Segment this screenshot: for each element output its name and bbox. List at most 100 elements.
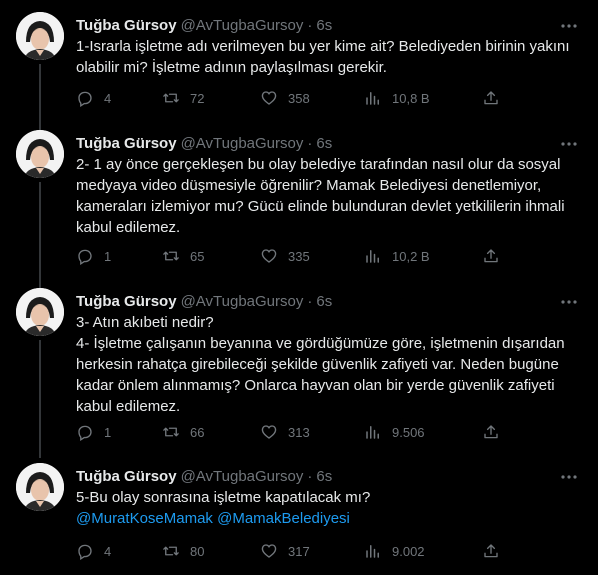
- share-button[interactable]: [482, 246, 500, 266]
- heart-icon: [261, 91, 277, 105]
- author-name[interactable]: Tuğba Gürsoy: [76, 135, 177, 152]
- tweet-header: Tuğba Gürsoy @AvTugbaGursoy · 6s: [76, 467, 582, 487]
- tweet-text-line: 4- İşletme çalışanın beyanına ve gördüğü…: [76, 335, 565, 415]
- avatar[interactable]: [16, 463, 64, 511]
- tweet-header: Tuğba Gürsoy @AvTugbaGursoy · 6s: [76, 134, 582, 154]
- reply-button[interactable]: 4: [76, 88, 111, 108]
- like-button[interactable]: 335: [260, 246, 310, 266]
- like-count: 313: [288, 424, 310, 440]
- reply-count: 4: [104, 543, 112, 559]
- tweet-text: 5-Bu olay sonrasına işletme kapatılacak …: [76, 487, 586, 529]
- views-button[interactable]: 9.002: [364, 541, 425, 561]
- retweet-button[interactable]: 65: [162, 246, 204, 266]
- thread-connector-line: [39, 340, 41, 458]
- views-count: 9.506: [392, 424, 425, 440]
- like-button[interactable]: 313: [260, 422, 310, 442]
- separator-dot: ·: [307, 293, 313, 310]
- more-options-icon[interactable]: [560, 135, 578, 153]
- heart-icon: [261, 544, 277, 558]
- reply-icon: [78, 249, 92, 265]
- analytics-icon: [366, 92, 379, 105]
- author-name[interactable]: Tuğba Gürsoy: [76, 468, 177, 485]
- retweet-button[interactable]: 66: [162, 422, 204, 442]
- tweet-text-line: 2- 1 ay önce gerçekleşen bu olay belediy…: [76, 156, 565, 236]
- more-options-icon[interactable]: [560, 293, 578, 311]
- tweet-4[interactable]: Tuğba Gürsoy @AvTugbaGursoy · 6s 5-Bu olay …: [0, 463, 598, 573]
- separator-dot: ·: [307, 17, 313, 34]
- tweet-thread: Tuğba Gürsoy @AvTugbaGursoy · 6s 1-Israrla …: [0, 0, 598, 575]
- reply-button[interactable]: 4: [76, 541, 111, 561]
- tweet-text-line: 1-Israrla işletme adı verilmeyen bu yer …: [76, 38, 570, 76]
- views-count: 10,8 B: [392, 90, 430, 106]
- tweet-actions: 1 66 313 9.506: [76, 422, 506, 442]
- heart-icon: [261, 425, 277, 439]
- timestamp[interactable]: 6s: [316, 135, 332, 152]
- tweet-text-line: 3- Atın akıbeti nedir?: [76, 314, 214, 331]
- views-button[interactable]: 9.506: [364, 422, 425, 442]
- tweet-text: 2- 1 ay önce gerçekleşen bu olay belediy…: [76, 154, 586, 238]
- tweet-header: Tuğba Gürsoy @AvTugbaGursoy · 6s: [76, 292, 582, 312]
- reply-count: 1: [104, 248, 112, 264]
- share-icon: [484, 249, 498, 263]
- share-button[interactable]: [482, 541, 500, 561]
- like-count: 335: [288, 248, 310, 264]
- author-name[interactable]: Tuğba Gürsoy: [76, 293, 177, 310]
- views-button[interactable]: 10,8 B: [364, 88, 430, 108]
- author-name[interactable]: Tuğba Gürsoy: [76, 17, 177, 34]
- thread-connector-line: [39, 182, 41, 288]
- author-handle[interactable]: @AvTugbaGursoy: [181, 135, 304, 152]
- like-button[interactable]: 317: [260, 541, 310, 561]
- mention-link[interactable]: @MamakBelediyesi: [217, 510, 350, 527]
- tweet-actions: 1 65 335 10,2 B: [76, 246, 506, 266]
- tweet-1[interactable]: Tuğba Gürsoy @AvTugbaGursoy · 6s 1-Israrla …: [0, 12, 598, 142]
- avatar[interactable]: [16, 12, 64, 60]
- tweet-3[interactable]: Tuğba Gürsoy @AvTugbaGursoy · 6s 3- Atın ak…: [0, 288, 598, 460]
- retweet-icon: [163, 251, 179, 261]
- like-button[interactable]: 358: [260, 88, 310, 108]
- reply-count: 4: [104, 90, 112, 106]
- analytics-icon: [366, 250, 379, 263]
- retweet-button[interactable]: 80: [162, 541, 204, 561]
- tweet-2[interactable]: Tuğba Gürsoy @AvTugbaGursoy · 6s 2- 1 ay ön…: [0, 130, 598, 290]
- analytics-icon: [366, 426, 379, 439]
- timestamp[interactable]: 6s: [316, 17, 332, 34]
- retweet-icon: [163, 546, 179, 556]
- reply-button[interactable]: 1: [76, 422, 111, 442]
- timestamp[interactable]: 6s: [316, 293, 332, 310]
- more-options-icon[interactable]: [560, 468, 578, 486]
- reply-button[interactable]: 1: [76, 246, 111, 266]
- reply-count: 1: [104, 424, 112, 440]
- mention-link[interactable]: @MuratKoseMamak: [76, 510, 213, 527]
- author-handle[interactable]: @AvTugbaGursoy: [181, 468, 304, 485]
- tweet-text: 3- Atın akıbeti nedir? 4- İşletme çalışa…: [76, 312, 586, 417]
- retweet-count: 66: [190, 424, 205, 440]
- views-count: 10,2 B: [392, 248, 430, 264]
- share-icon: [484, 425, 498, 439]
- separator-dot: ·: [307, 135, 313, 152]
- avatar[interactable]: [16, 130, 64, 178]
- avatar[interactable]: [16, 288, 64, 336]
- more-options-icon[interactable]: [560, 17, 578, 35]
- tweet-text-line: 5-Bu olay sonrasına işletme kapatılacak …: [76, 489, 371, 506]
- views-count: 9.002: [392, 543, 425, 559]
- separator-dot: ·: [307, 468, 313, 485]
- retweet-count: 80: [190, 543, 205, 559]
- like-count: 317: [288, 543, 310, 559]
- share-button[interactable]: [482, 88, 500, 108]
- reply-icon: [78, 425, 92, 441]
- share-button[interactable]: [482, 422, 500, 442]
- timestamp[interactable]: 6s: [316, 468, 332, 485]
- retweet-button[interactable]: 72: [162, 88, 204, 108]
- analytics-icon: [366, 545, 379, 558]
- author-handle[interactable]: @AvTugbaGursoy: [181, 293, 304, 310]
- tweet-header: Tuğba Gürsoy @AvTugbaGursoy · 6s: [76, 16, 582, 36]
- share-icon: [484, 91, 498, 105]
- tweet-actions: 4 80 317 9.002: [76, 541, 506, 561]
- views-button[interactable]: 10,2 B: [364, 246, 430, 266]
- author-handle[interactable]: @AvTugbaGursoy: [181, 17, 304, 34]
- reply-icon: [78, 91, 92, 107]
- share-icon: [484, 544, 498, 558]
- reply-icon: [78, 544, 92, 560]
- retweet-count: 65: [190, 248, 205, 264]
- mention-line: @MuratKoseMamak @MamakBelediyesi: [76, 508, 586, 529]
